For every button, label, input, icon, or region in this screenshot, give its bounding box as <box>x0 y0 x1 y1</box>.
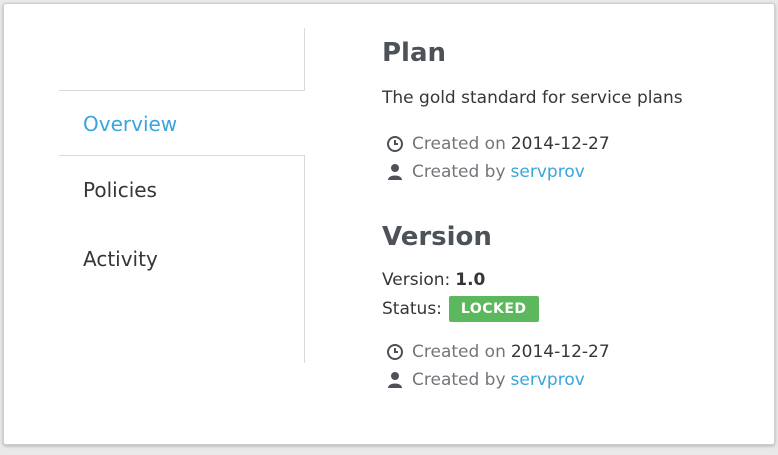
tab-overview[interactable]: Overview <box>59 90 305 156</box>
plan-description: The gold standard for service plans <box>382 88 683 108</box>
created-on-label: Created on <box>412 134 506 154</box>
created-on-date: 2014-12-27 <box>510 342 610 362</box>
created-by-user-link[interactable]: servprov <box>511 370 585 390</box>
clock-icon <box>387 136 403 152</box>
plan-created-on: Created on 2014-12-27 <box>386 134 610 154</box>
tab-policies[interactable]: Policies <box>59 157 304 223</box>
plan-detail-panel: Overview Policies Activity Plan The gold… <box>3 3 775 445</box>
user-icon <box>388 164 402 180</box>
plan-title: Plan <box>382 38 447 68</box>
user-icon <box>388 372 402 388</box>
clock-icon <box>387 344 403 360</box>
plan-created-by: Created by servprov <box>386 162 585 182</box>
version-value: 1.0 <box>455 270 486 290</box>
version-label: Version: <box>382 270 451 290</box>
version-created-by: Created by servprov <box>386 370 585 390</box>
version-status: Status: LOCKED <box>382 296 539 322</box>
side-tab-nav: Overview Policies Activity <box>59 28 305 363</box>
created-by-label: Created by <box>412 162 506 182</box>
tab-activity[interactable]: Activity <box>59 226 304 292</box>
created-on-date: 2014-12-27 <box>510 134 610 154</box>
status-label: Status: <box>382 299 442 319</box>
created-on-label: Created on <box>412 342 506 362</box>
version-title: Version <box>382 222 492 252</box>
version-created-on: Created on 2014-12-27 <box>386 342 610 362</box>
version-number: Version: 1.0 <box>382 270 485 290</box>
created-by-user-link[interactable]: servprov <box>511 162 585 182</box>
created-by-label: Created by <box>412 370 506 390</box>
status-badge: LOCKED <box>448 296 539 322</box>
